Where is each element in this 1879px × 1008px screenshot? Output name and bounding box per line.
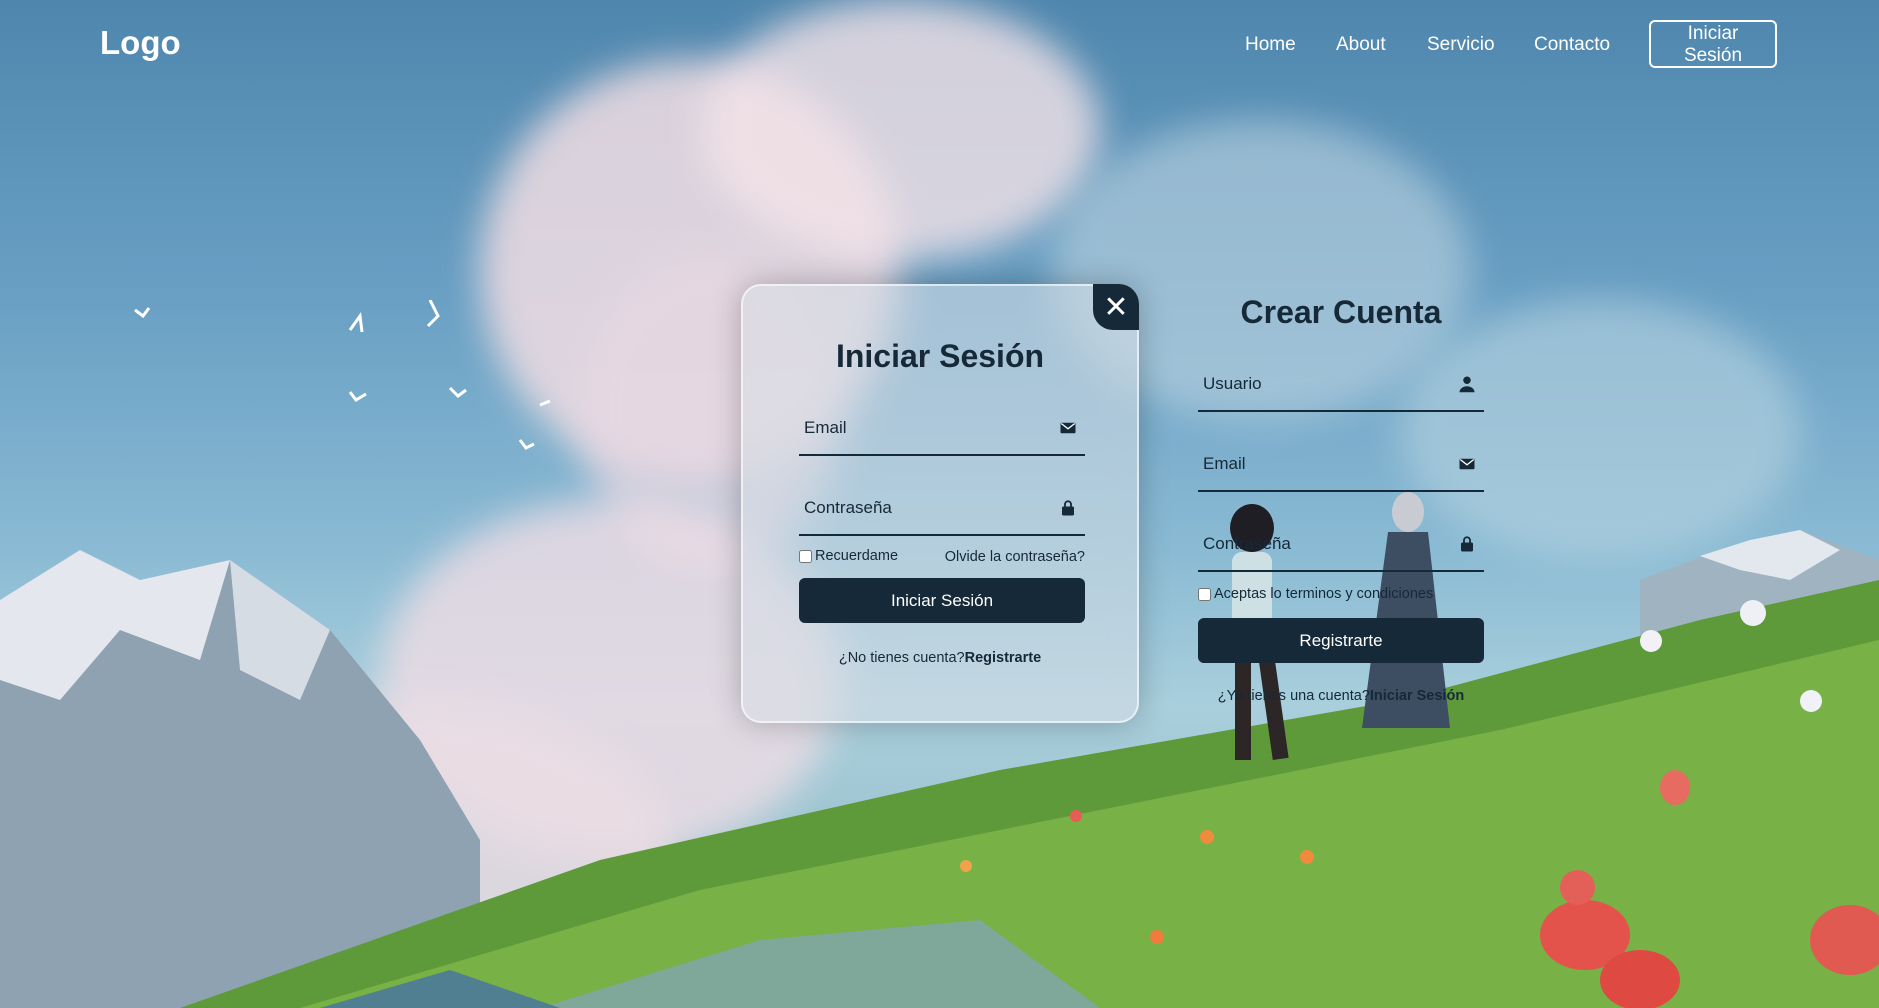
register-title: Crear Cuenta: [1240, 294, 1442, 330]
login-email-field[interactable]: [799, 402, 1085, 456]
login-link[interactable]: Iniciar Sesión: [1370, 688, 1464, 704]
birds: [134, 300, 551, 450]
nav-about[interactable]: About: [1336, 34, 1386, 56]
register-link[interactable]: Registrarte: [965, 650, 1042, 666]
register-switch-text: ¿Ya tienes una cuenta?Iniciar Sesión: [1142, 688, 1540, 704]
logo[interactable]: Logo: [100, 24, 181, 62]
login-card: ✕ Iniciar Sesión Recuerdame Olvide la co…: [741, 284, 1139, 723]
register-username-field[interactable]: [1198, 358, 1484, 412]
register-submit-button[interactable]: Registrarte: [1198, 618, 1484, 663]
register-email-field[interactable]: [1198, 438, 1484, 492]
lock-icon: [1062, 500, 1074, 516]
register-panel: Crear Cuenta Aceptas lo terminos y condi…: [1142, 284, 1540, 723]
login-switch-text: ¿No tienes cuenta?Registrarte: [743, 650, 1137, 666]
terms-label: Aceptas lo terminos y condiciones: [1214, 586, 1434, 602]
login-email-input[interactable]: [799, 402, 1085, 454]
mail-icon: [1459, 458, 1475, 470]
login-password-field[interactable]: [799, 482, 1085, 536]
remember-me[interactable]: Recuerdame: [799, 548, 898, 564]
register-password-field[interactable]: [1198, 518, 1484, 572]
mail-icon: [1060, 422, 1076, 434]
login-switch-prefix: ¿No tienes cuenta?: [838, 650, 965, 666]
person-icon: [1459, 376, 1475, 393]
forgot-password-link[interactable]: Olvide la contraseña?: [945, 549, 1085, 565]
register-email-input[interactable]: [1198, 438, 1484, 490]
login-title: Iniciar Sesión: [835, 338, 1045, 374]
terms-accept[interactable]: Aceptas lo terminos y condiciones: [1198, 586, 1433, 602]
nav-home[interactable]: Home: [1245, 34, 1296, 56]
register-username-input[interactable]: [1198, 358, 1484, 410]
nav-contacto[interactable]: Contacto: [1534, 34, 1610, 56]
login-password-input[interactable]: [799, 482, 1085, 534]
header-login-button[interactable]: Iniciar Sesión: [1649, 20, 1777, 68]
remember-label: Recuerdame: [815, 548, 899, 564]
register-password-input[interactable]: [1198, 518, 1484, 570]
nav-servicio[interactable]: Servicio: [1427, 34, 1495, 56]
lock-icon: [1461, 536, 1473, 552]
login-submit-button[interactable]: Iniciar Sesión: [799, 578, 1085, 623]
remember-checkbox[interactable]: [799, 549, 812, 563]
site-header: Logo Home About Servicio Contacto Inicia…: [0, 0, 1879, 92]
close-icon[interactable]: ✕: [1093, 284, 1139, 330]
register-switch-prefix: ¿Ya tienes una cuenta?: [1217, 688, 1370, 704]
terms-checkbox[interactable]: [1198, 587, 1211, 601]
